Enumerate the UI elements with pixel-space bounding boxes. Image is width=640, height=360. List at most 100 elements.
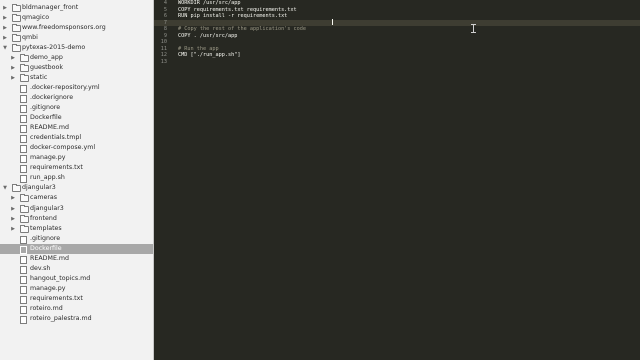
line-number: 4 <box>163 0 167 6</box>
tree-file-row[interactable]: requirements.txt <box>0 294 153 304</box>
disclosure-collapsed-icon[interactable]: ▶ <box>2 33 8 43</box>
tree-item-label: .docker-repository.yml <box>30 83 100 91</box>
tree-item-label: requirements.txt <box>30 164 83 172</box>
tree-item-label: qmbi <box>22 33 38 41</box>
line-number: 13 <box>160 58 167 65</box>
tree-folder-row[interactable]: ▶ qmbi <box>0 33 153 43</box>
file-icon <box>20 165 27 174</box>
disclosure-collapsed-icon[interactable]: ▶ <box>2 13 8 23</box>
code-line[interactable]: 10 <box>154 39 640 46</box>
tree-folder-row[interactable]: ▶ djangular3 <box>0 204 153 214</box>
tree-item-label: hangout_topics.md <box>30 274 91 282</box>
tree-folder-row[interactable]: ▼ djangular3 <box>0 183 153 193</box>
tree-item-label: Dockerfile <box>30 114 62 122</box>
code-line[interactable]: 7 <box>154 19 640 27</box>
tree-folder-row[interactable]: ▶ bldmanager_front <box>0 3 153 13</box>
disclosure-collapsed-icon[interactable]: ▶ <box>2 3 8 13</box>
tree-folder-row[interactable]: ▶ frontend <box>0 214 153 224</box>
tree-file-row[interactable]: manage.py <box>0 153 153 164</box>
file-tree-sidebar: ▶ bldmanager_front ▶ qmagico ▶ www.freedomspo… <box>0 0 154 360</box>
tree-file-row[interactable]: README.md <box>0 123 153 134</box>
tree-file-row[interactable]: README.md <box>0 254 153 264</box>
tree-file-row[interactable]: roteiro.md <box>0 304 153 314</box>
tree-item-label: qmagico <box>22 13 50 21</box>
tree-folder-row[interactable]: ▶ www.freedomsponsors.org <box>0 23 153 33</box>
tree-file-row[interactable]: .dockerignore <box>0 93 153 103</box>
tree-item-label: .gitignore <box>30 104 61 111</box>
line-number: 6 <box>163 13 167 20</box>
disclosure-expanded-icon[interactable]: ▼ <box>2 183 8 193</box>
folder-icon <box>20 214 29 223</box>
file-icon <box>20 175 27 184</box>
tree-file-row[interactable]: .docker-repository.yml <box>0 83 153 93</box>
line-number: 9 <box>163 32 167 39</box>
tree-file-row[interactable]: roteiro_palestra.md <box>0 314 153 325</box>
line-number: 11 <box>160 45 167 52</box>
code-line[interactable]: 8 # Copy the rest of the application's co… <box>154 26 640 33</box>
file-icon <box>20 306 27 314</box>
disclosure-collapsed-icon[interactable]: ▶ <box>10 214 16 224</box>
tree-folder-row[interactable]: ▼ pytexas-2015-demo <box>0 43 153 53</box>
code-line[interactable]: 6 RUN pip install -r requirements.txt <box>154 13 640 20</box>
file-icon <box>20 125 27 134</box>
tree-item-label: templates <box>30 224 62 232</box>
file-icon <box>20 285 27 294</box>
folder-icon <box>20 194 29 203</box>
tree-file-row[interactable]: credentials.tmpl <box>0 133 153 144</box>
tree-item-label: static <box>30 73 48 81</box>
tree-item-label: pytexas-2015-demo <box>22 43 86 51</box>
tree-item-label: bldmanager_front <box>22 3 79 11</box>
tree-file-row[interactable]: requirements.txt <box>0 163 153 174</box>
code-line[interactable]: 5 COPY requirements.txt requirements.txt <box>154 7 640 14</box>
tree-folder-row[interactable]: ▶ guestbook <box>0 63 153 73</box>
disclosure-collapsed-icon[interactable]: ▶ <box>10 53 16 63</box>
code-line[interactable]: 11 # Run the app <box>154 46 640 53</box>
code-editor[interactable]: 4 WORKDIR /usr/src/app 5 COPY requirements.… <box>154 0 640 360</box>
tree-item-label: README.md <box>30 124 70 132</box>
folder-open-icon <box>12 184 21 193</box>
tree-item-label: README.md <box>30 254 70 262</box>
tree-item-label: roteiro.md <box>30 305 63 312</box>
file-icon <box>20 105 27 113</box>
tree-item-label: cameras <box>30 194 58 202</box>
disclosure-collapsed-icon[interactable]: ▶ <box>10 63 16 73</box>
tree-file-row[interactable]: hangout_topics.md <box>0 274 153 284</box>
disclosure-collapsed-icon[interactable]: ▶ <box>2 23 8 33</box>
code-text: COPY . /usr/src/app <box>178 32 238 39</box>
folder-icon <box>20 63 29 72</box>
tree-file-row[interactable]: .gitignore <box>0 103 153 113</box>
folder-icon <box>20 53 29 62</box>
tree-folder-row[interactable]: ▶ qmagico <box>0 13 153 23</box>
folder-icon <box>12 23 21 32</box>
tree-file-row[interactable]: docker-compose.yml <box>0 143 153 154</box>
code-line[interactable]: 9 COPY . /usr/src/app <box>154 33 640 40</box>
tree-item-label: .gitignore <box>30 234 61 242</box>
line-number: 7 <box>163 19 167 26</box>
tree-folder-row[interactable]: ▶ demo_app <box>0 53 153 63</box>
tree-file-row[interactable]: Dockerfile <box>0 113 153 124</box>
disclosure-collapsed-icon[interactable]: ▶ <box>10 73 16 83</box>
tree-item-label: run_app.sh <box>30 174 65 182</box>
file-icon <box>20 245 27 254</box>
code-line[interactable]: 12 CMD ["./run_app.sh"] <box>154 52 640 59</box>
disclosure-collapsed-icon[interactable]: ▶ <box>10 224 16 234</box>
tree-file-row[interactable]: manage.py <box>0 284 153 294</box>
line-number: 8 <box>163 26 167 33</box>
file-icon <box>20 265 27 274</box>
tree-folder-row[interactable]: ▶ static <box>0 73 153 83</box>
tree-file-row[interactable]: .gitignore <box>0 234 153 244</box>
tree-folder-row[interactable]: ▶ cameras <box>0 193 153 203</box>
tree-file-row[interactable]: dev.sh <box>0 264 153 274</box>
tree-file-row[interactable]: Dockerfile <box>0 243 153 254</box>
disclosure-collapsed-icon[interactable]: ▶ <box>10 204 16 214</box>
disclosure-collapsed-icon[interactable]: ▶ <box>10 193 16 203</box>
file-icon <box>20 316 27 325</box>
code-text: RUN pip install -r requirements.txt <box>178 13 288 20</box>
tree-file-row[interactable]: run_app.sh <box>0 173 153 184</box>
tree-folder-row[interactable]: ▶ templates <box>0 224 153 234</box>
code-line[interactable]: 4 WORKDIR /usr/src/app <box>154 0 640 7</box>
disclosure-expanded-icon[interactable]: ▼ <box>2 43 8 53</box>
code-line[interactable]: 13 <box>154 59 640 66</box>
tree-item-label: djangular3 <box>22 184 56 192</box>
folder-icon <box>20 224 29 233</box>
